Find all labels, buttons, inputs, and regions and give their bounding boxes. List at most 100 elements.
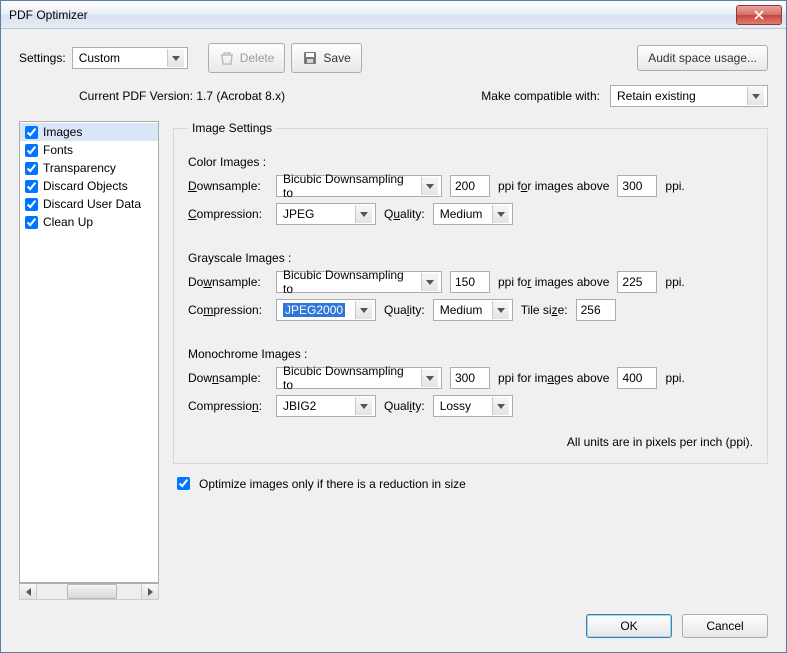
image-settings-group: Image Settings Color Images : Downsample…	[173, 121, 768, 464]
color-above-input[interactable]	[617, 175, 657, 197]
category-label: Clean Up	[43, 215, 93, 229]
compat-dropdown[interactable]: Retain existing	[610, 85, 768, 107]
mono-compression-dropdown[interactable]: JBIG2	[276, 395, 376, 417]
quality-label: Quality:	[384, 207, 425, 221]
gray-compression-dropdown[interactable]: JPEG2000	[276, 299, 376, 321]
scroll-right-button[interactable]	[141, 584, 158, 599]
mono-downsample-dropdown[interactable]: Bicubic Downsampling to	[276, 367, 442, 389]
window-title: PDF Optimizer	[9, 8, 88, 22]
gray-quality-dropdown[interactable]: Medium	[433, 299, 513, 321]
gray-compression-row: Compression: JPEG2000 Quality: Medium Ti…	[188, 299, 753, 321]
color-quality-dropdown[interactable]: Medium	[433, 203, 513, 225]
mono-above-input[interactable]	[617, 367, 657, 389]
mono-images-title: Monochrome Images :	[188, 347, 753, 361]
mono-compression-row: Compression: JBIG2 Quality: Lossy	[188, 395, 753, 417]
ppi-unit: ppi.	[665, 275, 684, 289]
category-list[interactable]: Images Fonts Transparency Discard Object…	[19, 121, 159, 583]
category-label: Fonts	[43, 143, 73, 157]
close-icon	[754, 10, 764, 20]
gray-tile-input[interactable]	[576, 299, 616, 321]
category-item-discard-objects[interactable]: Discard Objects	[20, 177, 158, 195]
category-label: Images	[43, 125, 82, 139]
save-button[interactable]: Save	[291, 43, 361, 73]
color-images-title: Color Images :	[188, 155, 753, 169]
dialog-body: Settings: Custom Delete Save Audit space…	[1, 29, 786, 652]
category-item-images[interactable]: Images	[20, 123, 158, 141]
trash-icon	[219, 50, 235, 66]
optimize-row: Optimize images only if there is a reduc…	[173, 474, 768, 493]
chevron-down-icon	[492, 301, 509, 319]
chevron-down-icon	[421, 177, 438, 195]
close-button[interactable]	[736, 5, 782, 25]
above-label: ppi for images above	[498, 275, 609, 289]
category-label: Transparency	[43, 161, 116, 175]
ppi-unit: ppi.	[665, 179, 684, 193]
compression-label: Compression:	[188, 399, 268, 413]
units-note: All units are in pixels per inch (ppi).	[188, 435, 753, 449]
category-checkbox[interactable]	[25, 180, 38, 193]
category-checkbox[interactable]	[25, 198, 38, 211]
settings-value: Custom	[79, 51, 120, 65]
horizontal-scrollbar[interactable]	[19, 583, 159, 600]
above-label: ppi for images above	[498, 371, 609, 385]
mono-ppi-input[interactable]	[450, 367, 490, 389]
category-item-clean-up[interactable]: Clean Up	[20, 213, 158, 231]
gray-downsample-dropdown[interactable]: Bicubic Downsampling to	[276, 271, 442, 293]
settings-label: Settings:	[19, 51, 66, 65]
compression-label: Compression:	[188, 207, 268, 221]
mono-downsample-row: Downsample: Bicubic Downsampling to ppi …	[188, 367, 753, 389]
category-item-discard-user-data[interactable]: Discard User Data	[20, 195, 158, 213]
color-ppi-input[interactable]	[450, 175, 490, 197]
chevron-down-icon	[355, 301, 372, 319]
color-downsample-row: Downsample: Bicubic Downsampling to ppi …	[188, 175, 753, 197]
downsample-label: Downsample:	[188, 275, 268, 289]
category-label: Discard Objects	[43, 179, 128, 193]
downsample-label: Downsample:	[188, 179, 268, 193]
main-area: Images Fonts Transparency Discard Object…	[19, 121, 768, 600]
color-compression-dropdown[interactable]: JPEG	[276, 203, 376, 225]
settings-dropdown[interactable]: Custom	[72, 47, 188, 69]
quality-label: Quality:	[384, 399, 425, 413]
category-checkbox[interactable]	[25, 126, 38, 139]
category-item-transparency[interactable]: Transparency	[20, 159, 158, 177]
optimize-checkbox[interactable]	[177, 477, 190, 490]
color-downsample-dropdown[interactable]: Bicubic Downsampling to	[276, 175, 442, 197]
category-checkbox[interactable]	[25, 162, 38, 175]
cancel-button[interactable]: Cancel	[682, 614, 768, 638]
chevron-down-icon	[492, 205, 509, 223]
dialog-footer: OK Cancel	[19, 614, 768, 638]
floppy-icon	[302, 50, 318, 66]
tile-label: Tile size:	[521, 303, 568, 317]
gray-ppi-input[interactable]	[450, 271, 490, 293]
settings-panel: Image Settings Color Images : Downsample…	[173, 121, 768, 600]
category-label: Discard User Data	[43, 197, 141, 211]
category-checkbox[interactable]	[25, 144, 38, 157]
ok-button[interactable]: OK	[586, 614, 672, 638]
category-checkbox[interactable]	[25, 216, 38, 229]
chevron-down-icon	[747, 87, 764, 105]
scroll-thumb[interactable]	[67, 584, 117, 599]
image-settings-legend: Image Settings	[188, 121, 276, 135]
version-row: Current PDF Version: 1.7 (Acrobat 8.x) M…	[19, 85, 768, 107]
chevron-down-icon	[492, 397, 509, 415]
mono-quality-dropdown[interactable]: Lossy	[433, 395, 513, 417]
quality-label: Quality:	[384, 303, 425, 317]
ppi-unit: ppi.	[665, 371, 684, 385]
gray-downsample-row: Downsample: Bicubic Downsampling to ppi …	[188, 271, 753, 293]
downsample-label: Downsample:	[188, 371, 268, 385]
scroll-left-button[interactable]	[20, 584, 37, 599]
audit-button[interactable]: Audit space usage...	[637, 45, 768, 71]
current-version-label: Current PDF Version: 1.7 (Acrobat 8.x)	[79, 89, 285, 103]
category-item-fonts[interactable]: Fonts	[20, 141, 158, 159]
gray-above-input[interactable]	[617, 271, 657, 293]
compat-value: Retain existing	[617, 89, 696, 103]
compression-label: Compression:	[188, 303, 268, 317]
chevron-down-icon	[355, 397, 372, 415]
color-compression-row: Compression: JPEG Quality: Medium	[188, 203, 753, 225]
grayscale-images-title: Grayscale Images :	[188, 251, 753, 265]
category-panel: Images Fonts Transparency Discard Object…	[19, 121, 159, 600]
titlebar: PDF Optimizer	[1, 1, 786, 29]
compat-label: Make compatible with:	[481, 89, 600, 103]
optimize-label: Optimize images only if there is a reduc…	[199, 477, 466, 491]
delete-button[interactable]: Delete	[208, 43, 286, 73]
